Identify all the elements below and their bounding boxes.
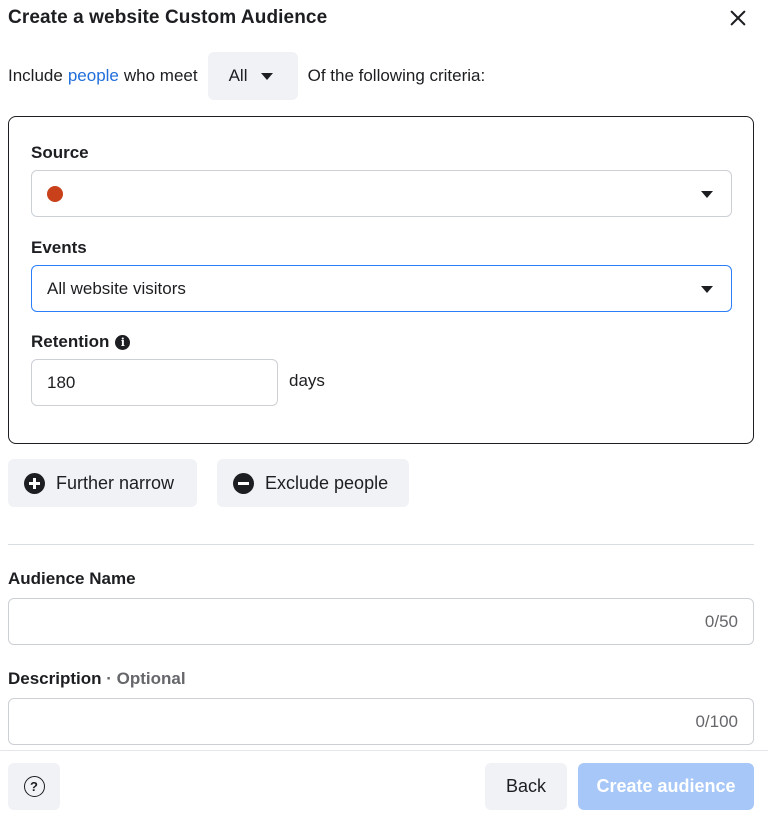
optional-tag: · Optional [106, 669, 186, 688]
include-prefix: Include [8, 66, 63, 85]
people-link[interactable]: people [68, 66, 119, 86]
help-button[interactable]: ? [8, 763, 60, 810]
audience-name-label: Audience Name [8, 569, 136, 588]
exclude-people-button[interactable]: Exclude people [217, 459, 409, 507]
further-narrow-button[interactable]: Further narrow [8, 459, 197, 507]
match-all-value: All [228, 66, 248, 85]
create-audience-button[interactable]: Create audience [578, 763, 754, 810]
retention-label: Retention [31, 332, 110, 351]
help-icon: ? [23, 776, 45, 797]
include-criteria-row: Include people who meet All Of the follo… [8, 52, 485, 100]
events-label: Events [31, 238, 87, 257]
description-label: Description [8, 669, 102, 688]
back-button[interactable]: Back [485, 763, 567, 810]
criteria-box: Source Events All website visitors Reten… [8, 116, 754, 444]
retention-label-row: Retention i [31, 332, 131, 352]
dialog-title: Create a website Custom Audience [8, 7, 328, 28]
further-narrow-label: Further narrow [56, 472, 175, 493]
description-label-row: Description · Optional [8, 669, 186, 689]
include-middle: who meet [123, 66, 198, 85]
include-suffix: Of the following criteria: [307, 66, 486, 85]
match-all-dropdown[interactable]: All [207, 52, 298, 100]
audience-name-input[interactable]: 0/50 [8, 598, 754, 645]
plus-circle-icon [24, 472, 45, 494]
retention-input[interactable]: 180 [31, 359, 278, 406]
description-counter: 0/100 [695, 712, 738, 731]
section-divider [8, 544, 754, 545]
events-dropdown[interactable]: All website visitors [31, 265, 732, 312]
source-status-dot [47, 185, 63, 202]
events-value: All website visitors [47, 278, 186, 298]
minus-circle-icon [233, 472, 254, 494]
info-icon[interactable]: i [115, 335, 131, 350]
caret-down-icon [701, 286, 713, 293]
footer-divider [0, 750, 768, 751]
retention-value: 180 [47, 372, 76, 392]
source-dropdown[interactable] [31, 170, 732, 217]
caret-down-icon [260, 72, 273, 80]
source-label: Source [31, 143, 89, 162]
retention-unit: days [289, 371, 325, 390]
caret-down-icon [701, 191, 713, 198]
description-input[interactable]: 0/100 [8, 698, 754, 745]
exclude-people-label: Exclude people [265, 472, 389, 493]
audience-name-counter: 0/50 [704, 612, 738, 631]
close-icon[interactable] [728, 8, 748, 28]
